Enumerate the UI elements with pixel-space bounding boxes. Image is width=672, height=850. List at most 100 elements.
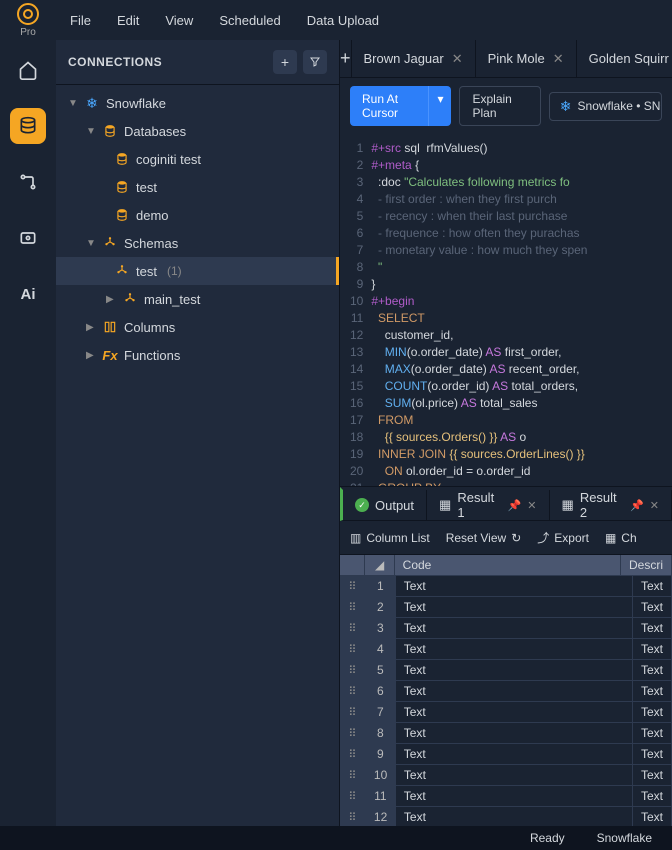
grid-cell[interactable]: Text xyxy=(633,681,672,702)
menu-view[interactable]: View xyxy=(155,7,203,34)
editor-tab[interactable]: Pink Mole ✕ xyxy=(476,40,577,78)
grid-cell[interactable]: Text xyxy=(633,597,672,618)
row-handle[interactable]: ⠿ xyxy=(340,807,366,826)
add-connection-button[interactable]: + xyxy=(273,50,297,74)
grid-row[interactable]: ⠿8TextText xyxy=(340,723,672,744)
grid-cell[interactable]: Text xyxy=(633,618,672,639)
row-handle[interactable]: ⠿ xyxy=(340,786,366,807)
tree-schemas[interactable]: ▼ Schemas xyxy=(56,229,339,257)
grid-cell[interactable]: Text xyxy=(396,765,633,786)
export-button[interactable]: ⤴Export xyxy=(537,529,589,546)
grid-row[interactable]: ⠿11TextText xyxy=(340,786,672,807)
menu-scheduled[interactable]: Scheduled xyxy=(209,7,290,34)
catalog-icon[interactable] xyxy=(10,220,46,256)
new-tab-button[interactable]: + xyxy=(340,40,352,78)
menu-edit[interactable]: Edit xyxy=(107,7,149,34)
grid-row[interactable]: ⠿1TextText xyxy=(340,576,672,597)
close-icon[interactable]: ✕ xyxy=(452,51,463,67)
result-tab[interactable]: ▦ Result 1 📌 ✕ xyxy=(427,490,549,520)
filter-button[interactable] xyxy=(303,50,327,74)
grid-cell[interactable]: Text xyxy=(396,576,633,597)
results-grid[interactable]: ◢ Code Descri ⠿1TextText⠿2TextText⠿3Text… xyxy=(340,555,672,826)
grid-cell[interactable]: Text xyxy=(396,744,633,765)
editor-tab[interactable]: Golden Squirr xyxy=(577,40,672,78)
row-handle[interactable]: ⠿ xyxy=(340,597,366,618)
tree-db-item[interactable]: coginiti test xyxy=(56,145,339,173)
row-handle[interactable]: ⠿ xyxy=(340,744,366,765)
ai-icon[interactable]: Ai xyxy=(10,276,46,312)
editor-tab[interactable]: Brown Jaguar ✕ xyxy=(352,40,476,78)
grid-row[interactable]: ⠿10TextText xyxy=(340,765,672,786)
grid-row[interactable]: ⠿12TextText xyxy=(340,807,672,826)
grid-cell[interactable]: Text xyxy=(633,765,672,786)
tree-schema-item[interactable]: ▶ main_test xyxy=(56,285,339,313)
code-editor[interactable]: 1234567891011121314151617181920212223 #+… xyxy=(340,134,672,486)
row-handle[interactable]: ⠿ xyxy=(340,660,366,681)
row-handle[interactable]: ⠿ xyxy=(340,765,366,786)
column-list-button[interactable]: ▥Column List xyxy=(350,531,430,545)
grid-cell[interactable]: Text xyxy=(396,618,633,639)
grid-cell[interactable]: Text xyxy=(396,597,633,618)
column-header[interactable]: Code xyxy=(395,555,621,576)
grid-cell[interactable]: Text xyxy=(633,744,672,765)
run-button[interactable]: Run At Cursor xyxy=(350,86,428,126)
tree-columns[interactable]: ▶ Columns xyxy=(56,313,339,341)
grid-row[interactable]: ⠿3TextText xyxy=(340,618,672,639)
grid-cell[interactable]: Text xyxy=(396,702,633,723)
tree-connection[interactable]: ▼ ❄ Snowflake xyxy=(56,89,339,117)
grid-row[interactable]: ⠿4TextText xyxy=(340,639,672,660)
grid-cell[interactable]: Text xyxy=(633,807,672,826)
run-dropdown[interactable]: ▾ xyxy=(428,86,451,126)
grid-cell[interactable]: Text xyxy=(396,723,633,744)
reset-view-button[interactable]: Reset View↻ xyxy=(446,531,522,545)
tree-db-item[interactable]: demo xyxy=(56,201,339,229)
grid-cell[interactable]: Text xyxy=(396,681,633,702)
workflow-icon[interactable] xyxy=(10,164,46,200)
close-icon[interactable]: ✕ xyxy=(650,499,659,512)
grid-cell[interactable]: Text xyxy=(633,660,672,681)
grid-cell[interactable]: Text xyxy=(633,723,672,744)
row-handle[interactable]: ⠿ xyxy=(340,639,366,660)
row-handle[interactable]: ⠿ xyxy=(340,618,366,639)
grid-cell[interactable]: Text xyxy=(633,576,672,597)
pin-icon[interactable]: 📌 xyxy=(630,499,644,512)
row-handle[interactable]: ⠿ xyxy=(340,576,366,597)
database-icon[interactable] xyxy=(10,108,46,144)
result-tab[interactable]: ▦ Result 2 📌 ✕ xyxy=(550,490,672,520)
code-content[interactable]: #+src sql rfmValues() #+meta { :doc "Cal… xyxy=(371,134,672,486)
grid-cell[interactable]: Text xyxy=(633,786,672,807)
grid-row[interactable]: ⠿6TextText xyxy=(340,681,672,702)
output-tab[interactable]: ✓ Output xyxy=(343,490,427,520)
chart-button[interactable]: ▦Ch xyxy=(605,531,637,545)
grid-cell[interactable]: Text xyxy=(396,639,633,660)
menu-file[interactable]: File xyxy=(60,7,101,34)
row-number: 9 xyxy=(366,744,396,765)
close-icon[interactable]: ✕ xyxy=(553,51,564,67)
tree-databases[interactable]: ▼ Databases xyxy=(56,117,339,145)
grid-row[interactable]: ⠿9TextText xyxy=(340,744,672,765)
tree-schema-item[interactable]: test (1) xyxy=(56,257,339,285)
menu-data-upload[interactable]: Data Upload xyxy=(297,7,389,34)
row-number: 4 xyxy=(366,639,396,660)
grid-row[interactable]: ⠿5TextText xyxy=(340,660,672,681)
grid-cell[interactable]: Text xyxy=(633,639,672,660)
database-icon xyxy=(114,208,130,222)
close-icon[interactable]: ✕ xyxy=(527,499,536,512)
corner-cell xyxy=(340,555,365,576)
connection-selector[interactable]: ❄ Snowflake • SNO xyxy=(549,92,662,121)
row-handle[interactable]: ⠿ xyxy=(340,702,366,723)
column-header[interactable]: Descri xyxy=(621,555,672,576)
explain-plan-button[interactable]: Explain Plan xyxy=(459,86,540,126)
row-handle[interactable]: ⠿ xyxy=(340,681,366,702)
home-icon[interactable] xyxy=(10,52,46,88)
pin-icon[interactable]: 📌 xyxy=(508,499,522,512)
grid-cell[interactable]: Text xyxy=(396,786,633,807)
tree-functions[interactable]: ▶ Fx Functions xyxy=(56,341,339,369)
tree-db-item[interactable]: test xyxy=(56,173,339,201)
grid-row[interactable]: ⠿7TextText xyxy=(340,702,672,723)
grid-cell[interactable]: Text xyxy=(633,702,672,723)
grid-cell[interactable]: Text xyxy=(396,660,633,681)
row-handle[interactable]: ⠿ xyxy=(340,723,366,744)
grid-row[interactable]: ⠿2TextText xyxy=(340,597,672,618)
grid-cell[interactable]: Text xyxy=(396,807,633,826)
